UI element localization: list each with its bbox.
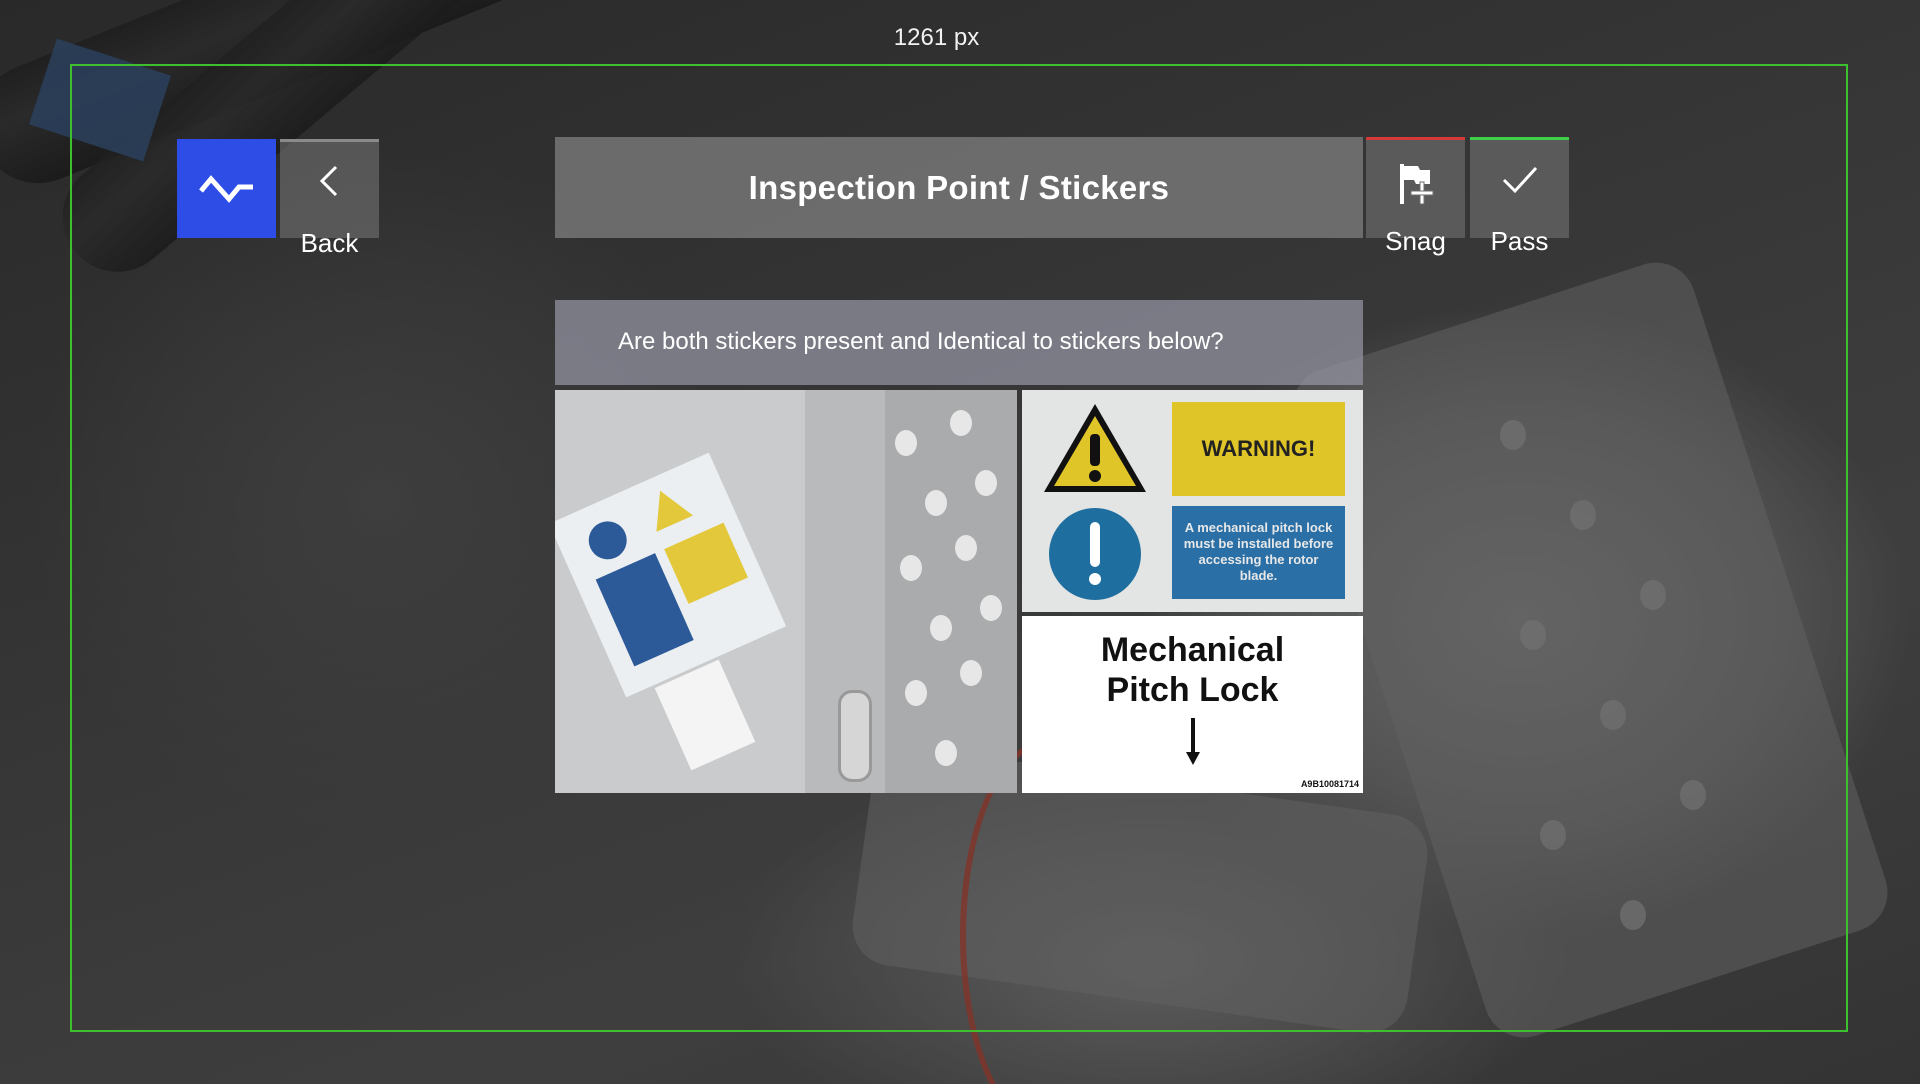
page-title-bar: Inspection Point / Stickers: [555, 137, 1363, 238]
pass-label: Pass: [1490, 226, 1549, 256]
home-icon: [199, 175, 253, 203]
pitch-lock-text: Mechanical Pitch Lock: [1100, 631, 1285, 709]
info-icon: [1049, 508, 1141, 600]
snag-button[interactable]: Snag: [1366, 137, 1465, 256]
warning-label: WARNING!: [1172, 402, 1345, 496]
measure-label: 1261 px: [893, 24, 980, 51]
reference-warning-sticker: WARNING! A mechanical pitch lock must be…: [1022, 390, 1363, 612]
snag-label: Snag: [1385, 226, 1446, 256]
flag-plus-icon: [1400, 164, 1434, 205]
chevron-left-icon: [319, 165, 338, 197]
question-bar: Are both stickers present and Identical …: [555, 300, 1363, 385]
reference-photo: [555, 390, 1017, 793]
label-code: A9B10081714: [1300, 779, 1359, 789]
pass-button[interactable]: Pass: [1470, 137, 1569, 256]
check-icon: [1502, 166, 1538, 194]
instruction-label: A mechanical pitch lock must be installe…: [1172, 506, 1345, 599]
reference-pitch-lock-label: Mechanical Pitch Lock A9B10081714: [1022, 616, 1363, 793]
page-title: Inspection Point / Stickers: [748, 168, 1170, 206]
warning-triangle-icon: [1044, 404, 1146, 492]
back-label: Back: [300, 228, 359, 258]
home-button[interactable]: [177, 139, 276, 238]
arrow-down-icon: [1186, 718, 1200, 765]
back-button[interactable]: Back: [280, 139, 379, 258]
question-text: Are both stickers present and Identical …: [618, 328, 1224, 355]
